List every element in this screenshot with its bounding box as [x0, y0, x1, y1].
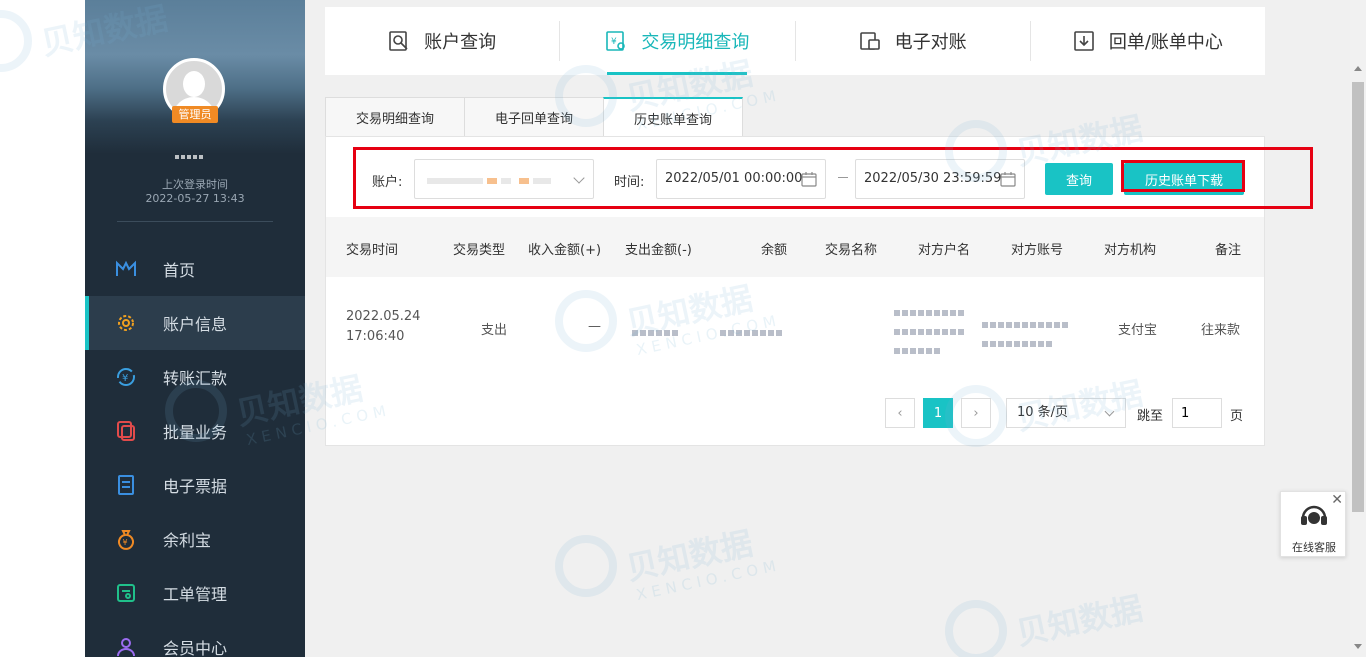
column-header: 对方户名 — [918, 243, 971, 258]
jump-label: 跳至 — [1137, 409, 1164, 424]
pagination: ‹ 1 › 10 条/页 跳至 页 — [326, 398, 1264, 428]
sidebar-item-member[interactable]: 会员中心 — [85, 620, 305, 657]
online-service-widget[interactable]: ✕ 在线客服 — [1280, 491, 1346, 557]
left-margin — [0, 0, 85, 657]
sidebar-item-label: 首页 — [163, 261, 196, 280]
ticket-icon — [115, 582, 137, 604]
sidebar-item-transfer[interactable]: ¥ 转账汇款 — [85, 350, 305, 404]
tab-receipt-center[interactable]: 回单/账单中心 — [1031, 7, 1265, 75]
tab-e-reconciliation[interactable]: 电子对账 — [796, 7, 1030, 75]
sidebar-item-label: 余利宝 — [163, 531, 212, 550]
column-header: 交易时间 — [346, 243, 399, 258]
scroll-up-arrow[interactable] — [1354, 66, 1362, 71]
sidebar-item-account-info[interactable]: 账户信息 — [85, 296, 305, 350]
cell-org: 支付宝 — [1118, 323, 1158, 338]
page-number-button[interactable]: 1 — [923, 398, 953, 428]
headset-icon — [1301, 505, 1327, 525]
sidebar-item-label: 工单管理 — [163, 585, 228, 604]
cell-counterparty-account-obscured — [982, 313, 1072, 351]
sidebar-item-label: 会员中心 — [163, 639, 228, 657]
last-login-time: 2022-05-27 13:43 — [145, 192, 245, 205]
transfer-icon: ¥ — [115, 366, 137, 388]
chevron-down-icon — [1104, 406, 1115, 417]
gear-icon — [115, 312, 137, 334]
subtab-e-receipt[interactable]: 电子回单查询 — [464, 97, 604, 137]
last-login-label: 上次登录时间 — [162, 178, 228, 191]
svg-text:¥: ¥ — [123, 538, 128, 547]
cell-balance-obscured — [720, 321, 784, 340]
sidebar-divider — [117, 221, 273, 222]
cell-type: 支出 — [481, 323, 508, 338]
column-header: 交易名称 — [825, 243, 878, 258]
top-navigation: 账户查询 ¥ 交易明细查询 电子对账 回单/账单中心 — [325, 7, 1265, 75]
prev-page-button[interactable]: ‹ — [885, 398, 915, 428]
transaction-detail-icon: ¥ — [605, 30, 627, 52]
svg-text:¥: ¥ — [611, 37, 617, 47]
tab-label: 交易明细查询 — [641, 32, 750, 53]
tab-label: 电子对账 — [894, 32, 967, 53]
money-bag-icon: ¥ — [115, 528, 137, 550]
column-header: 对方账号 — [1011, 243, 1064, 258]
highlight-download-button — [1121, 160, 1245, 192]
sidebar-item-label: 批量业务 — [163, 423, 228, 442]
scrollbar-thumb[interactable] — [1352, 82, 1364, 512]
tab-label: 回单/账单中心 — [1108, 32, 1223, 53]
column-header: 备注 — [1215, 243, 1242, 258]
column-header: 交易类型 — [453, 243, 506, 258]
cell-time-clock: 17:06:40 — [346, 329, 405, 344]
online-service-label: 在线客服 — [1292, 541, 1336, 554]
svg-text:¥: ¥ — [122, 373, 128, 384]
subtab-history-bill[interactable]: 历史账单查询 — [603, 97, 743, 138]
tab-label: 账户查询 — [424, 32, 497, 53]
tab-transaction-detail[interactable]: ¥ 交易明细查询 — [560, 7, 794, 75]
column-header: 支出金额(-) — [625, 243, 692, 258]
close-icon[interactable]: ✕ — [1331, 492, 1343, 508]
cell-expense-obscured — [632, 321, 680, 340]
cell-note: 往来款 — [1201, 323, 1241, 338]
role-badge: 管理员 — [172, 106, 218, 123]
sidebar-item-label: 电子票据 — [163, 477, 228, 496]
column-header: 收入金额(+) — [528, 243, 602, 258]
jump-page-input[interactable] — [1172, 398, 1222, 428]
sidebar-item-label: 账户信息 — [163, 315, 228, 334]
sidebar-item-yulibao[interactable]: ¥ 余利宝 — [85, 512, 305, 566]
sidebar-menu: 首页 账户信息 ¥ 转账汇款 批量业务 电子票据 ¥ 余利宝 工单管理 会员中心 — [85, 242, 305, 657]
page-suffix: 页 — [1230, 409, 1244, 424]
receipt-download-icon — [1073, 30, 1095, 52]
next-page-button[interactable]: › — [961, 398, 991, 428]
home-icon — [115, 258, 137, 280]
user-name-obscured — [175, 144, 215, 159]
scroll-down-arrow[interactable] — [1354, 644, 1362, 649]
user-icon — [115, 636, 137, 657]
table-header: 交易时间 交易类型 收入金额(+) 支出金额(-) 余额 交易名称 对方户名 对… — [326, 217, 1264, 277]
sidebar-item-home[interactable]: 首页 — [85, 242, 305, 296]
cell-time-date: 2022.05.24 — [346, 309, 421, 324]
column-header: 余额 — [761, 243, 788, 258]
table-row[interactable]: 2022.05.24 17:06:40 支出 — 支付宝 往来款 — [326, 277, 1264, 377]
batch-icon — [115, 420, 137, 442]
bill-icon — [115, 474, 137, 496]
cell-income: — — [588, 319, 601, 334]
sub-tabs: 交易明细查询 电子回单查询 历史账单查询 — [325, 97, 743, 138]
sidebar-item-label: 转账汇款 — [163, 369, 228, 388]
subtab-transaction-detail[interactable]: 交易明细查询 — [325, 97, 465, 137]
account-search-icon — [388, 30, 410, 52]
page-size-select[interactable]: 10 条/页 — [1006, 398, 1126, 428]
column-header: 对方机构 — [1104, 243, 1157, 258]
sidebar-item-ticket[interactable]: 工单管理 — [85, 566, 305, 620]
cell-counterparty-name-obscured — [894, 301, 968, 358]
sidebar-item-batch[interactable]: 批量业务 — [85, 404, 305, 458]
tab-account-search[interactable]: 账户查询 — [325, 7, 559, 75]
sidebar: 管理员 上次登录时间 2022-05-27 13:43 首页 账户信息 ¥ 转账… — [85, 0, 305, 657]
reconciliation-icon — [859, 30, 881, 52]
sidebar-item-e-bill[interactable]: 电子票据 — [85, 458, 305, 512]
